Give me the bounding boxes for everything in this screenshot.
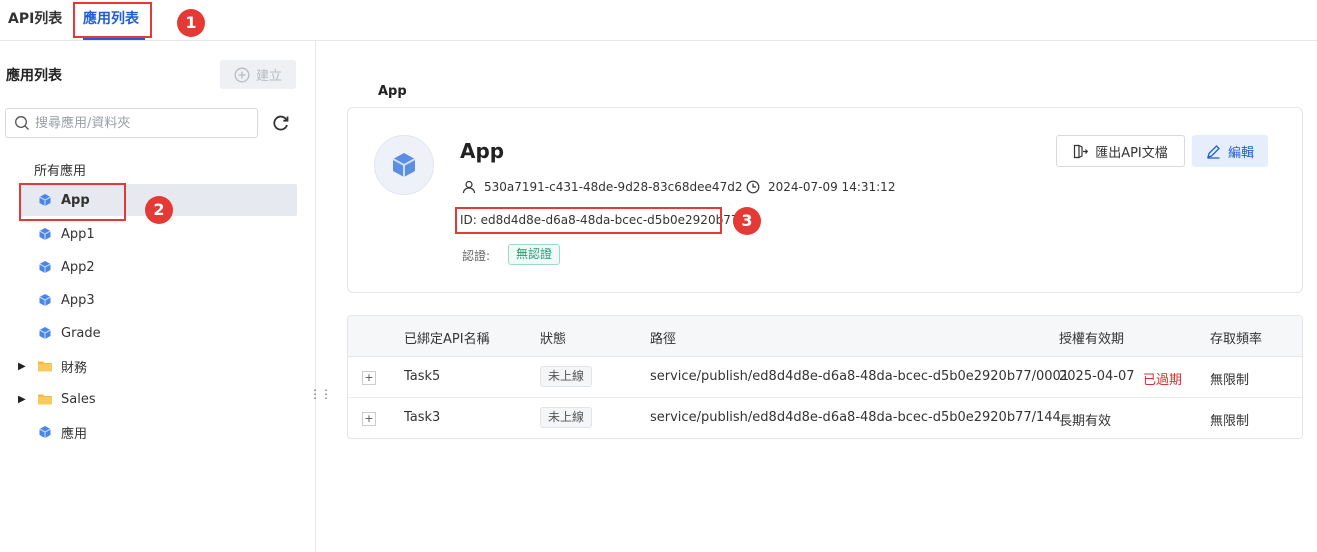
api-name: Task5 (404, 369, 441, 384)
tree-item-label: Grade (61, 325, 101, 341)
auth-label: 認證: (462, 249, 491, 263)
export-api-doc-button[interactable]: 匯出API文檔 (1056, 135, 1185, 167)
app-detail-card: App 530a7191-c431-48de-9d28-83c68dee47d2… (347, 107, 1303, 293)
column-header-api-name: 已綁定API名稱 (404, 332, 490, 347)
tab-api-list[interactable]: API列表 (8, 8, 62, 28)
tree-item-folder-finance[interactable]: ▶ 財務 (18, 350, 297, 382)
expand-row-button[interactable]: + (362, 412, 376, 426)
expand-arrow-icon[interactable]: ▶ (18, 394, 26, 405)
annotation-badge-3: 3 (733, 207, 761, 235)
owner-info: 530a7191-c431-48de-9d28-83c68dee47d2 (462, 180, 742, 194)
tree-item-label: 應用 (61, 426, 88, 442)
active-tab-indicator (83, 38, 145, 40)
app-cube-icon (37, 325, 53, 341)
column-header-path: 路徑 (650, 332, 677, 347)
column-header-validity: 授權有效期 (1059, 332, 1125, 347)
app-cube-icon (37, 226, 53, 242)
annotation-badge-1: 1 (177, 9, 205, 37)
table-row[interactable]: + Task3 未上線 service/publish/ed8d4d8e-d6a… (348, 398, 1302, 438)
api-path: service/publish/ed8d4d8e-d6a8-48da-bcec-… (650, 369, 1070, 384)
tree-item-label: App1 (61, 226, 95, 242)
app-name: App (460, 139, 505, 163)
tree-item-app2[interactable]: App2 (20, 251, 297, 283)
table-header: 已綁定API名稱 狀態 路徑 授權有效期 存取頻率 (348, 316, 1302, 357)
search-input[interactable] (35, 115, 245, 131)
app-avatar (374, 135, 434, 195)
expired-label: 已過期 (1143, 373, 1183, 388)
edit-button-label: 編輯 (1227, 145, 1254, 161)
clock-icon (746, 180, 760, 194)
app-cube-icon (37, 424, 53, 440)
status-badge: 未上線 (540, 407, 593, 428)
page-title: App (378, 84, 407, 99)
search-icon (15, 116, 29, 130)
export-button-label: 匯出API文檔 (1095, 145, 1168, 161)
annotation-badge-2: 2 (145, 196, 173, 224)
tree-item-app3[interactable]: App3 (20, 284, 297, 316)
sidebar: 應用列表 建立 所有應用 App App1 App2 App3 Grade (0, 41, 332, 552)
app-cube-icon (37, 292, 53, 308)
table-row[interactable]: + Task5 未上線 service/publish/ed8d4d8e-d6a… (348, 357, 1302, 398)
create-button-label: 建立 (255, 69, 282, 84)
refresh-icon[interactable] (272, 114, 290, 132)
validity-date: 長期有效 (1059, 414, 1112, 429)
expand-arrow-icon[interactable]: ▶ (18, 361, 26, 372)
api-name: Task3 (404, 410, 441, 425)
created-info: 2024-07-09 14:31:12 (746, 180, 895, 194)
export-icon (1074, 144, 1089, 158)
sidebar-title: 應用列表 (6, 68, 62, 84)
resize-handle[interactable]: ⋮⋮ (309, 388, 332, 400)
column-header-status: 狀態 (540, 332, 567, 347)
bound-api-table: 已綁定API名稱 狀態 路徑 授權有效期 存取頻率 + Task5 未上線 se… (347, 315, 1303, 439)
user-icon (462, 180, 476, 194)
annotation-box-3 (455, 207, 722, 234)
annotation-box-1 (73, 2, 152, 38)
folder-icon (37, 391, 53, 407)
tree-item-grade[interactable]: Grade (20, 317, 297, 349)
annotation-box-2 (19, 183, 126, 221)
owner-id: 530a7191-c431-48de-9d28-83c68dee47d2 (484, 180, 743, 194)
tree-item-label: App2 (61, 259, 95, 275)
validity-date: 2025-04-07 (1059, 369, 1135, 384)
auth-status-badge: 無認證 (508, 244, 561, 265)
created-at: 2024-07-09 14:31:12 (768, 180, 896, 194)
access-rate: 無限制 (1210, 414, 1250, 429)
access-rate: 無限制 (1210, 373, 1250, 388)
app-cube-icon (392, 153, 416, 177)
plus-circle-icon (234, 67, 250, 82)
tree-root-all-apps[interactable]: 所有應用 (34, 160, 86, 179)
tree-item-label: 財務 (61, 360, 88, 376)
app-cube-icon (37, 259, 53, 275)
tree-item-folder-sales[interactable]: ▶ Sales (18, 383, 297, 415)
column-header-rate: 存取頻率 (1210, 332, 1263, 347)
search-box (5, 108, 258, 138)
expand-row-button[interactable]: + (362, 371, 376, 385)
status-badge: 未上線 (540, 366, 593, 387)
tree-item-app-zh[interactable]: 應用 (20, 416, 297, 448)
pencil-icon (1207, 144, 1220, 159)
folder-icon (37, 358, 53, 374)
tree-item-label: Sales (61, 391, 96, 407)
api-path: service/publish/ed8d4d8e-d6a8-48da-bcec-… (650, 410, 1061, 425)
tree-item-label: App3 (61, 292, 95, 308)
create-button[interactable]: 建立 (220, 60, 296, 89)
edit-button[interactable]: 編輯 (1192, 135, 1268, 167)
